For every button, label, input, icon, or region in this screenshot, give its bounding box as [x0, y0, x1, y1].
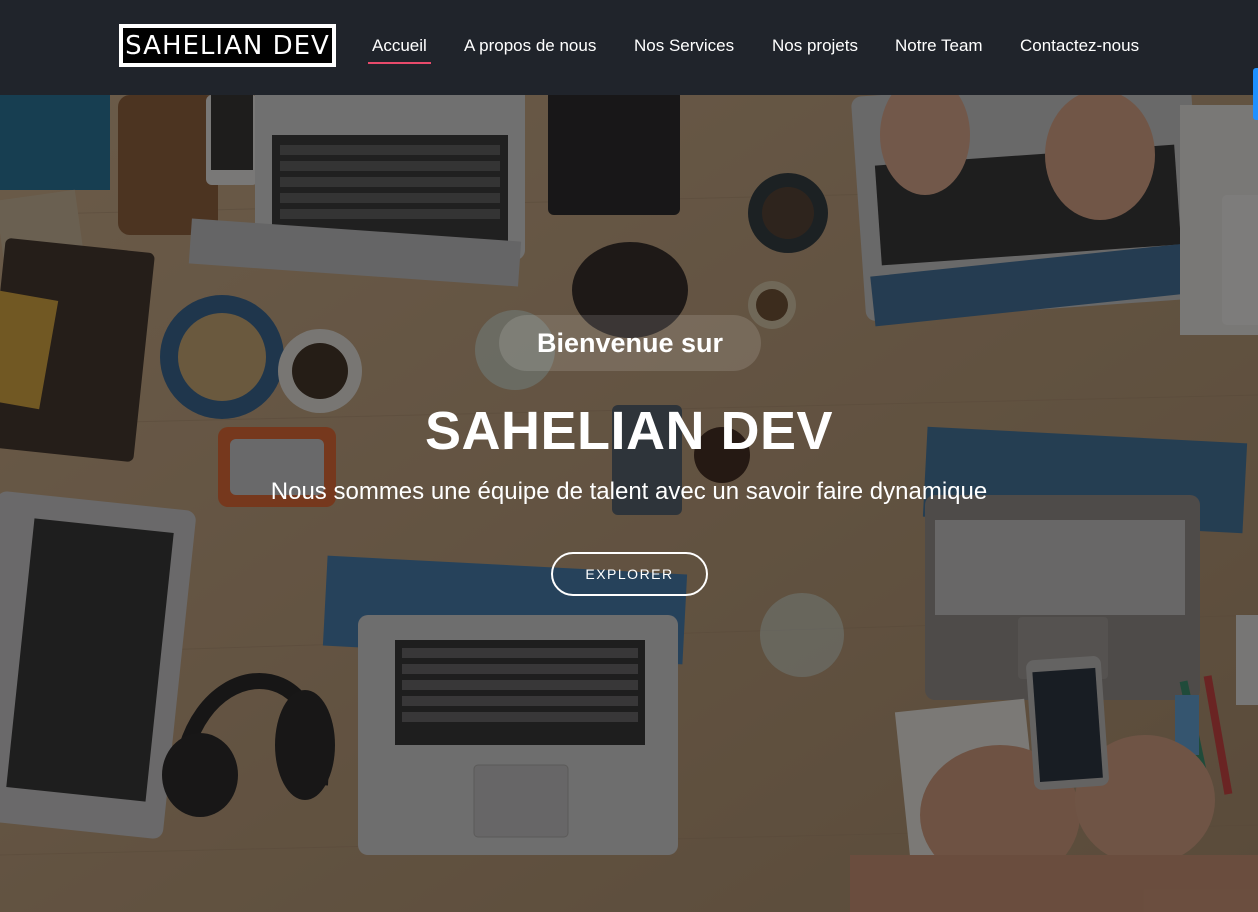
nav-link-contact[interactable]: Contactez-nous: [1020, 36, 1139, 66]
welcome-text: Bienvenue sur: [536, 327, 724, 358]
hero-subtitle: Nous sommes une équipe de talent avec un…: [270, 478, 988, 505]
top-navbar: SAHELIAN DEV Accueil A propos de nous No…: [0, 0, 1258, 95]
scroll-indicator[interactable]: [1253, 68, 1258, 120]
explore-button[interactable]: EXPLORER: [551, 552, 708, 596]
nav-link-a-propos[interactable]: A propos de nous: [464, 36, 596, 66]
main-nav: Accueil A propos de nous Nos Services No…: [0, 0, 1258, 95]
nav-link-services[interactable]: Nos Services: [634, 36, 734, 66]
nav-link-projets[interactable]: Nos projets: [772, 36, 858, 66]
welcome-badge: Bienvenue sur: [499, 315, 761, 371]
hero-section: Bienvenue sur SAHELIAN DEV Nous sommes u…: [0, 95, 1258, 912]
nav-link-accueil[interactable]: Accueil: [368, 36, 431, 66]
explore-button-label: EXPLORER: [585, 566, 674, 582]
hero-title: SAHELIAN DEV: [424, 401, 834, 461]
nav-link-team[interactable]: Notre Team: [895, 36, 983, 66]
